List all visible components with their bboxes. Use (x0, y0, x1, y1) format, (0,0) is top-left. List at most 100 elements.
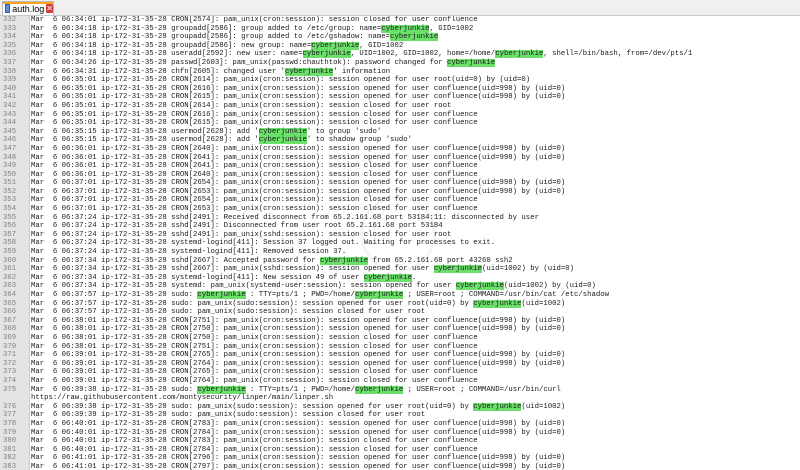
log-line[interactable]: 356 Mar 6 06:37:24 ip-172-31-35-28 sshd[2… (0, 222, 800, 231)
log-text: Mar 6 06:35:01 ip-172-31-35-28 CRON[2615… (31, 93, 566, 102)
line-number: 353 (3, 196, 17, 205)
log-line[interactable]: 342 Mar 6 06:35:01 ip-172-31-35-28 CRON[2… (0, 102, 800, 111)
log-line[interactable]: 344 Mar 6 06:35:01 ip-172-31-35-28 CRON[2… (0, 119, 800, 128)
log-line[interactable]: 381 Mar 6 06:40:01 ip-172-31-35-28 CRON[2… (0, 446, 800, 455)
log-text: Mar 6 06:37:24 ip-172-31-35-28 sshd[2491… (31, 222, 443, 231)
log-line[interactable]: 376 Mar 6 06:39:38 ip-172-31-35-28 sudo: … (0, 402, 800, 412)
log-line[interactable]: 357 Mar 6 06:37:24 ip-172-31-35-28 sshd[2… (0, 231, 800, 240)
log-text: Mar 6 06:35:15 ip-172-31-35-28 usermod[2… (31, 127, 382, 136)
log-line[interactable]: 349 Mar 6 06:36:01 ip-172-31-35-28 CRON[2… (0, 162, 800, 171)
line-number: 361 (3, 265, 17, 274)
search-highlight: cyberjunkie (433, 265, 483, 274)
log-line[interactable]: 334 Mar 6 06:34:18 ip-172-31-35-28 groupa… (0, 33, 800, 42)
line-number: 374 (3, 376, 17, 385)
log-line[interactable]: 348 Mar 6 06:36:01 ip-172-31-35-28 CRON[2… (0, 154, 800, 163)
log-line[interactable]: 341 Mar 6 06:35:01 ip-172-31-35-28 CRON[2… (0, 93, 800, 102)
log-line[interactable]: 350 Mar 6 06:36:01 ip-172-31-35-28 CRON[2… (0, 171, 800, 180)
log-line[interactable]: 338 Mar 6 06:34:31 ip-172-31-35-28 chfn[2… (0, 67, 800, 77)
log-line[interactable]: 340 Mar 6 06:35:01 ip-172-31-35-28 CRON[2… (0, 85, 800, 94)
log-line[interactable]: 360 Mar 6 06:37:34 ip-172-31-35-28 sshd[2… (0, 256, 800, 266)
line-number: 346 (3, 136, 17, 145)
log-line[interactable]: 336 Mar 6 06:34:18 ip-172-31-35-28 userad… (0, 50, 800, 59)
log-line[interactable]: 347 Mar 6 06:36:01 ip-172-31-35-28 CRON[2… (0, 145, 800, 154)
log-line[interactable]: 370 Mar 6 06:38:01 ip-172-31-35-28 CRON[2… (0, 343, 800, 352)
log-text: Mar 6 06:35:15 ip-172-31-35-28 usermod[2… (31, 136, 412, 145)
line-number: 362 (3, 273, 17, 282)
log-line[interactable]: 369 Mar 6 06:38:01 ip-172-31-35-28 CRON[2… (0, 334, 800, 343)
log-text: Mar 6 06:34:31 ip-172-31-35-28 chfn[2605… (31, 67, 391, 76)
search-highlight: cyberjunkie (363, 273, 412, 282)
log-line[interactable]: 364 Mar 6 06:37:57 ip-172-31-35-28 sudo: … (0, 291, 800, 300)
log-line[interactable]: 365 Mar 6 06:37:57 ip-172-31-35-28 sudo: … (0, 299, 800, 309)
log-line[interactable]: 378 Mar 6 06:40:01 ip-172-31-35-28 CRON[2… (0, 420, 800, 429)
log-line[interactable]: 368 Mar 6 06:38:01 ip-172-31-35-28 CRON[2… (0, 325, 800, 334)
search-highlight: cyberjunkie (381, 24, 430, 33)
log-line[interactable]: https://raw.githubusercontent.com/montys… (0, 394, 800, 403)
log-line[interactable]: 380 Mar 6 06:40:01 ip-172-31-35-28 CRON[2… (0, 437, 800, 446)
line-number: 334 (3, 33, 17, 42)
log-line[interactable]: 354 Mar 6 06:37:01 ip-172-31-35-28 CRON[2… (0, 205, 800, 214)
log-line[interactable]: 383 Mar 6 06:41:01 ip-172-31-35-28 CRON[2… (0, 463, 800, 470)
log-line[interactable]: 345 Mar 6 06:35:15 ip-172-31-35-28 usermo… (0, 127, 800, 137)
log-line[interactable]: 382 Mar 6 06:41:01 ip-172-31-35-28 CRON[2… (0, 454, 800, 463)
log-line[interactable]: 361 Mar 6 06:37:34 ip-172-31-35-28 sshd[2… (0, 265, 800, 274)
log-text: Mar 6 06:34:18 ip-172-31-35-28 useradd[2… (31, 50, 693, 59)
tab-auth-log[interactable]: auth.log ✕ (2, 1, 54, 15)
line-number: 338 (3, 67, 17, 76)
line-number: 348 (3, 153, 17, 162)
search-highlight: cyberjunkie (302, 50, 351, 59)
log-line[interactable]: 375 Mar 6 06:39:38 ip-172-31-35-28 sudo: … (0, 385, 800, 395)
line-number: 381 (3, 445, 17, 454)
log-line[interactable]: 374 Mar 6 06:39:01 ip-172-31-35-28 CRON[2… (0, 377, 800, 386)
log-line[interactable]: 373 Mar 6 06:39:01 ip-172-31-35-28 CRON[2… (0, 368, 800, 377)
log-line[interactable]: 372 Mar 6 06:39:01 ip-172-31-35-28 CRON[2… (0, 360, 800, 369)
log-lines: 332 Mar 6 06:34:01 ip-172-31-35-28 CRON[2… (0, 16, 800, 470)
log-line[interactable]: 355 Mar 6 06:37:24 ip-172-31-35-28 sshd[2… (0, 214, 800, 223)
log-line[interactable]: 332 Mar 6 06:34:01 ip-172-31-35-28 CRON[2… (0, 16, 800, 25)
search-highlight: cyberjunkie (311, 41, 360, 50)
log-line[interactable]: 358 Mar 6 06:37:24 ip-172-31-35-28 system… (0, 239, 800, 248)
log-text: Mar 6 06:40:01 ip-172-31-35-28 CRON[2784… (31, 428, 566, 437)
log-line[interactable]: 379 Mar 6 06:40:01 ip-172-31-35-28 CRON[2… (0, 429, 800, 438)
log-line[interactable]: 351 Mar 6 06:37:01 ip-172-31-35-28 CRON[2… (0, 179, 800, 188)
log-line[interactable]: 371 Mar 6 06:39:01 ip-172-31-35-28 CRON[2… (0, 351, 800, 360)
line-number: 367 (3, 316, 17, 325)
log-line[interactable]: 352 Mar 6 06:37:01 ip-172-31-35-28 CRON[2… (0, 188, 800, 197)
log-line[interactable]: 337 Mar 6 06:34:26 ip-172-31-35-28 passwd… (0, 58, 800, 68)
editor-area[interactable]: 332 Mar 6 06:34:01 ip-172-31-35-28 CRON[2… (0, 16, 800, 470)
log-line[interactable]: 359 Mar 6 06:37:24 ip-172-31-35-28 system… (0, 248, 800, 257)
log-line[interactable]: 335 Mar 6 06:34:18 ip-172-31-35-28 groupa… (0, 41, 800, 51)
close-icon[interactable]: ✕ (46, 4, 53, 13)
log-line[interactable]: 363 Mar 6 06:37:34 ip-172-31-35-28 system… (0, 282, 800, 291)
log-line[interactable]: 353 Mar 6 06:37:01 ip-172-31-35-28 CRON[2… (0, 196, 800, 205)
search-highlight: cyberjunkie (495, 50, 544, 59)
log-line[interactable]: 333 Mar 6 06:34:18 ip-172-31-35-28 groupa… (0, 24, 800, 34)
search-highlight: cyberjunkie (197, 385, 246, 394)
log-text: Mar 6 06:34:18 ip-172-31-35-28 groupadd[… (31, 24, 474, 33)
active-tab-indicator (3, 2, 53, 4)
log-text: Mar 6 06:37:57 ip-172-31-35-28 sudo: cyb… (31, 291, 610, 299)
log-line[interactable]: 339 Mar 6 06:35:01 ip-172-31-35-28 CRON[2… (0, 76, 800, 85)
line-number: 378 (3, 419, 17, 428)
line-number: 347 (3, 144, 17, 153)
line-number: 357 (3, 230, 17, 239)
log-line[interactable]: 366 Mar 6 06:37:57 ip-172-31-35-28 sudo: … (0, 308, 800, 317)
line-number: 376 (3, 402, 17, 411)
line-number: 358 (3, 239, 17, 248)
line-number: 365 (3, 299, 17, 308)
log-text: Mar 6 06:35:01 ip-172-31-35-28 CRON[2616… (31, 84, 566, 93)
log-text: Mar 6 06:39:38 ip-172-31-35-28 sudo: pam… (31, 402, 566, 411)
file-icon (5, 4, 11, 13)
log-text: Mar 6 06:39:39 ip-172-31-35-28 sudo: pam… (31, 411, 426, 420)
line-number: 375 (3, 385, 17, 394)
log-line[interactable]: 343 Mar 6 06:35:01 ip-172-31-35-28 CRON[2… (0, 111, 800, 120)
line-number: 369 (3, 333, 17, 342)
log-text: Mar 6 06:37:34 ip-172-31-35-28 sshd[2667… (31, 256, 513, 265)
log-line[interactable]: 367 Mar 6 06:38:01 ip-172-31-35-28 CRON[2… (0, 317, 800, 326)
line-number: 333 (3, 24, 17, 33)
line-number: 370 (3, 342, 17, 351)
log-line[interactable]: 377 Mar 6 06:39:39 ip-172-31-35-28 sudo: … (0, 411, 800, 420)
log-line[interactable]: 346 Mar 6 06:35:15 ip-172-31-35-28 usermo… (0, 136, 800, 145)
log-text: Mar 6 06:37:24 ip-172-31-35-28 sshd[2491… (31, 213, 539, 222)
log-line[interactable]: 362 Mar 6 06:37:34 ip-172-31-35-28 system… (0, 273, 800, 283)
